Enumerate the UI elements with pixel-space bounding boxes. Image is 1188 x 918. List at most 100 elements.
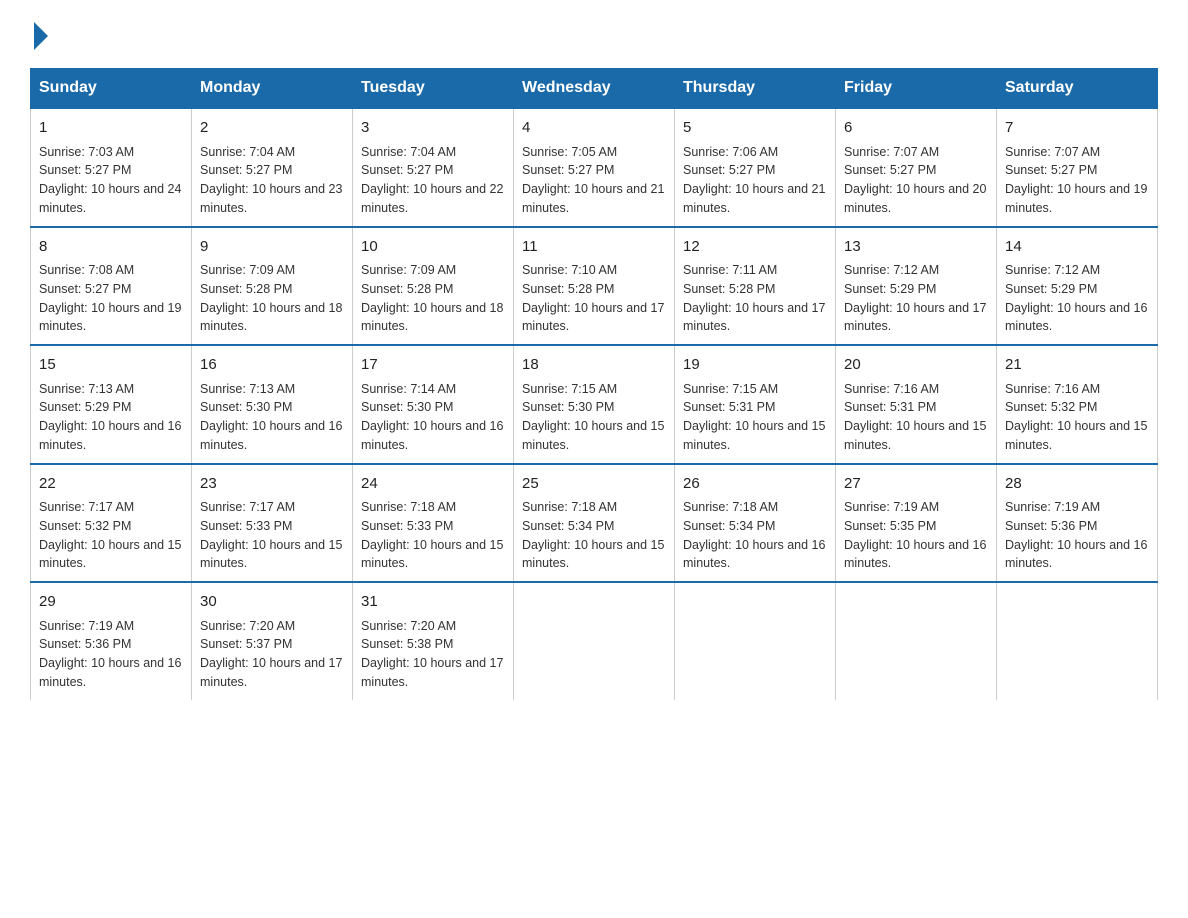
calendar-cell: 22 Sunrise: 7:17 AMSunset: 5:32 PMDaylig…: [31, 464, 192, 583]
calendar-cell: 3 Sunrise: 7:04 AMSunset: 5:27 PMDayligh…: [353, 108, 514, 227]
day-info: Sunrise: 7:07 AMSunset: 5:27 PMDaylight:…: [844, 143, 988, 218]
calendar-cell: 5 Sunrise: 7:06 AMSunset: 5:27 PMDayligh…: [675, 108, 836, 227]
day-info: Sunrise: 7:06 AMSunset: 5:27 PMDaylight:…: [683, 143, 827, 218]
day-info: Sunrise: 7:17 AMSunset: 5:32 PMDaylight:…: [39, 498, 183, 573]
day-info: Sunrise: 7:17 AMSunset: 5:33 PMDaylight:…: [200, 498, 344, 573]
calendar-cell: 28 Sunrise: 7:19 AMSunset: 5:36 PMDaylig…: [997, 464, 1158, 583]
day-info: Sunrise: 7:19 AMSunset: 5:36 PMDaylight:…: [39, 617, 183, 692]
day-info: Sunrise: 7:09 AMSunset: 5:28 PMDaylight:…: [200, 261, 344, 336]
day-header-friday: Friday: [836, 69, 997, 109]
calendar-cell: 2 Sunrise: 7:04 AMSunset: 5:27 PMDayligh…: [192, 108, 353, 227]
day-info: Sunrise: 7:20 AMSunset: 5:37 PMDaylight:…: [200, 617, 344, 692]
day-number: 22: [39, 473, 183, 496]
day-number: 23: [200, 473, 344, 496]
calendar-cell: 14 Sunrise: 7:12 AMSunset: 5:29 PMDaylig…: [997, 227, 1158, 346]
day-header-monday: Monday: [192, 69, 353, 109]
calendar-cell: 30 Sunrise: 7:20 AMSunset: 5:37 PMDaylig…: [192, 582, 353, 700]
day-number: 31: [361, 591, 505, 614]
day-info: Sunrise: 7:04 AMSunset: 5:27 PMDaylight:…: [200, 143, 344, 218]
day-info: Sunrise: 7:13 AMSunset: 5:30 PMDaylight:…: [200, 380, 344, 455]
day-number: 10: [361, 236, 505, 259]
day-number: 28: [1005, 473, 1149, 496]
calendar-cell: [836, 582, 997, 700]
day-info: Sunrise: 7:20 AMSunset: 5:38 PMDaylight:…: [361, 617, 505, 692]
day-info: Sunrise: 7:08 AMSunset: 5:27 PMDaylight:…: [39, 261, 183, 336]
week-row-5: 29 Sunrise: 7:19 AMSunset: 5:36 PMDaylig…: [31, 582, 1158, 700]
calendar-cell: 18 Sunrise: 7:15 AMSunset: 5:30 PMDaylig…: [514, 345, 675, 464]
day-number: 24: [361, 473, 505, 496]
day-number: 29: [39, 591, 183, 614]
day-number: 21: [1005, 354, 1149, 377]
day-info: Sunrise: 7:13 AMSunset: 5:29 PMDaylight:…: [39, 380, 183, 455]
calendar-cell: 29 Sunrise: 7:19 AMSunset: 5:36 PMDaylig…: [31, 582, 192, 700]
calendar-cell: 21 Sunrise: 7:16 AMSunset: 5:32 PMDaylig…: [997, 345, 1158, 464]
calendar-cell: 4 Sunrise: 7:05 AMSunset: 5:27 PMDayligh…: [514, 108, 675, 227]
day-info: Sunrise: 7:16 AMSunset: 5:31 PMDaylight:…: [844, 380, 988, 455]
day-number: 20: [844, 354, 988, 377]
calendar-cell: 8 Sunrise: 7:08 AMSunset: 5:27 PMDayligh…: [31, 227, 192, 346]
day-number: 25: [522, 473, 666, 496]
calendar-cell: 15 Sunrise: 7:13 AMSunset: 5:29 PMDaylig…: [31, 345, 192, 464]
day-info: Sunrise: 7:05 AMSunset: 5:27 PMDaylight:…: [522, 143, 666, 218]
day-number: 19: [683, 354, 827, 377]
calendar-cell: 23 Sunrise: 7:17 AMSunset: 5:33 PMDaylig…: [192, 464, 353, 583]
day-number: 13: [844, 236, 988, 259]
calendar-cell: 13 Sunrise: 7:12 AMSunset: 5:29 PMDaylig…: [836, 227, 997, 346]
day-info: Sunrise: 7:07 AMSunset: 5:27 PMDaylight:…: [1005, 143, 1149, 218]
day-info: Sunrise: 7:10 AMSunset: 5:28 PMDaylight:…: [522, 261, 666, 336]
day-number: 1: [39, 117, 183, 140]
calendar-cell: 11 Sunrise: 7:10 AMSunset: 5:28 PMDaylig…: [514, 227, 675, 346]
day-number: 2: [200, 117, 344, 140]
day-info: Sunrise: 7:12 AMSunset: 5:29 PMDaylight:…: [844, 261, 988, 336]
calendar-cell: 25 Sunrise: 7:18 AMSunset: 5:34 PMDaylig…: [514, 464, 675, 583]
calendar-cell: 1 Sunrise: 7:03 AMSunset: 5:27 PMDayligh…: [31, 108, 192, 227]
calendar-cell: 19 Sunrise: 7:15 AMSunset: 5:31 PMDaylig…: [675, 345, 836, 464]
calendar-cell: [675, 582, 836, 700]
week-row-3: 15 Sunrise: 7:13 AMSunset: 5:29 PMDaylig…: [31, 345, 1158, 464]
week-row-1: 1 Sunrise: 7:03 AMSunset: 5:27 PMDayligh…: [31, 108, 1158, 227]
calendar-cell: 7 Sunrise: 7:07 AMSunset: 5:27 PMDayligh…: [997, 108, 1158, 227]
calendar-table: SundayMondayTuesdayWednesdayThursdayFrid…: [30, 68, 1158, 700]
day-info: Sunrise: 7:15 AMSunset: 5:30 PMDaylight:…: [522, 380, 666, 455]
day-number: 6: [844, 117, 988, 140]
calendar-cell: 31 Sunrise: 7:20 AMSunset: 5:38 PMDaylig…: [353, 582, 514, 700]
day-number: 27: [844, 473, 988, 496]
week-row-2: 8 Sunrise: 7:08 AMSunset: 5:27 PMDayligh…: [31, 227, 1158, 346]
day-info: Sunrise: 7:11 AMSunset: 5:28 PMDaylight:…: [683, 261, 827, 336]
day-header-thursday: Thursday: [675, 69, 836, 109]
logo: [30, 20, 52, 48]
day-number: 16: [200, 354, 344, 377]
day-info: Sunrise: 7:19 AMSunset: 5:36 PMDaylight:…: [1005, 498, 1149, 573]
day-info: Sunrise: 7:18 AMSunset: 5:34 PMDaylight:…: [683, 498, 827, 573]
day-number: 17: [361, 354, 505, 377]
calendar-cell: 27 Sunrise: 7:19 AMSunset: 5:35 PMDaylig…: [836, 464, 997, 583]
day-number: 4: [522, 117, 666, 140]
calendar-cell: 26 Sunrise: 7:18 AMSunset: 5:34 PMDaylig…: [675, 464, 836, 583]
day-number: 14: [1005, 236, 1149, 259]
day-info: Sunrise: 7:19 AMSunset: 5:35 PMDaylight:…: [844, 498, 988, 573]
day-number: 3: [361, 117, 505, 140]
days-header-row: SundayMondayTuesdayWednesdayThursdayFrid…: [31, 69, 1158, 109]
day-header-wednesday: Wednesday: [514, 69, 675, 109]
day-number: 12: [683, 236, 827, 259]
day-header-sunday: Sunday: [31, 69, 192, 109]
day-number: 5: [683, 117, 827, 140]
week-row-4: 22 Sunrise: 7:17 AMSunset: 5:32 PMDaylig…: [31, 464, 1158, 583]
day-info: Sunrise: 7:16 AMSunset: 5:32 PMDaylight:…: [1005, 380, 1149, 455]
day-info: Sunrise: 7:14 AMSunset: 5:30 PMDaylight:…: [361, 380, 505, 455]
day-number: 8: [39, 236, 183, 259]
day-info: Sunrise: 7:15 AMSunset: 5:31 PMDaylight:…: [683, 380, 827, 455]
calendar-cell: 17 Sunrise: 7:14 AMSunset: 5:30 PMDaylig…: [353, 345, 514, 464]
day-info: Sunrise: 7:03 AMSunset: 5:27 PMDaylight:…: [39, 143, 183, 218]
day-header-tuesday: Tuesday: [353, 69, 514, 109]
day-number: 9: [200, 236, 344, 259]
calendar-cell: 12 Sunrise: 7:11 AMSunset: 5:28 PMDaylig…: [675, 227, 836, 346]
day-header-saturday: Saturday: [997, 69, 1158, 109]
calendar-cell: 10 Sunrise: 7:09 AMSunset: 5:28 PMDaylig…: [353, 227, 514, 346]
calendar-cell: [997, 582, 1158, 700]
calendar-cell: 6 Sunrise: 7:07 AMSunset: 5:27 PMDayligh…: [836, 108, 997, 227]
day-number: 7: [1005, 117, 1149, 140]
calendar-cell: 24 Sunrise: 7:18 AMSunset: 5:33 PMDaylig…: [353, 464, 514, 583]
page-header: [30, 20, 1158, 48]
calendar-cell: [514, 582, 675, 700]
